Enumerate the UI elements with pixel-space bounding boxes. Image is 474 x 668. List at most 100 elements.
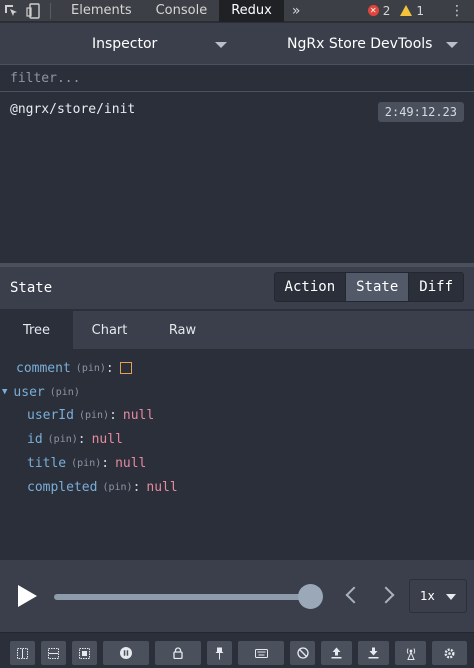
lock-icon [173,647,183,659]
playback-speed-select[interactable]: 1x [409,579,467,613]
tab-label: Elements [71,3,132,18]
tab-console[interactable]: Console [144,0,220,22]
instance-select[interactable]: NgRx Store DevTools [237,23,474,65]
chevron-down-icon [446,594,456,600]
tree-node-comment[interactable]: comment (pin) : [16,358,132,378]
layout-vertical-icon [48,647,59,659]
devtools-menu-button[interactable]: ⋮ [440,3,474,19]
tree-value: null [91,431,123,447]
tree-node-user[interactable]: ▼ user (pin) [2,382,80,402]
action-timestamp: 2:49:12.23 [377,102,464,122]
tree-key: completed [27,479,98,495]
tree-key: id [27,431,43,447]
pin-link[interactable]: (pin) [50,387,80,398]
tab-elements[interactable]: Elements [59,0,144,22]
layout-horizontal-button[interactable] [10,641,35,665]
keyboard-shortcuts-button[interactable] [238,641,284,665]
pause-recording-icon [120,647,132,659]
action-list: @ngrx/store/init 2:49:12.23 [0,93,474,263]
monitor-header: Inspector NgRx Store DevTools [0,23,474,65]
state-view-tabs: Tree Chart Raw [0,311,474,349]
tree-colon: : [77,431,86,447]
play-icon[interactable] [18,585,37,607]
tab-raw[interactable]: Raw [146,311,219,349]
action-tab-button[interactable]: Action [274,273,346,301]
tree-node-title[interactable]: title (pin) : null [27,453,146,473]
monitor-select-label: Inspector [92,35,158,52]
toolbar-separator [50,2,51,19]
device-toolbar-icon[interactable] [22,0,44,22]
slider-monitor: 1x [0,560,474,632]
tree-key: userId [27,407,74,423]
pin-link[interactable]: (pin) [79,410,109,421]
chevron-left-icon [345,586,363,604]
pin-link[interactable]: (pin) [102,482,132,493]
tree-colon: : [105,360,114,376]
instance-select-label: NgRx Store DevTools [287,35,433,52]
tree-node-completed[interactable]: completed (pin) : null [27,477,178,497]
state-tab-button[interactable]: State [345,273,409,301]
lock-button[interactable] [155,641,201,665]
chevron-down-icon [446,41,458,48]
issue-badges[interactable]: ✕ 2 1 [367,3,432,18]
tree-node-id[interactable]: id (pin) : null [27,429,123,449]
pin-icon [215,647,224,659]
settings-button[interactable] [432,641,467,665]
persist-button[interactable] [290,641,315,665]
pin-link[interactable]: (pin) [76,363,106,374]
layout-grid-icon [79,647,90,659]
view-switch: Action State Diff [273,272,464,302]
remote-icon [406,648,415,660]
pause-recording-button[interactable] [103,641,149,665]
speed-label: 1x [420,589,435,603]
list-item[interactable]: @ngrx/store/init 2:49:12.23 [0,97,474,122]
state-panel-header: State Action State Diff [0,267,474,309]
remote-button[interactable] [395,641,426,665]
tree-value: null [115,455,147,471]
tab-label: Console [155,3,208,18]
tree-value: null [122,407,155,423]
bottom-toolbar [0,632,474,668]
layout-vertical-button[interactable] [41,641,66,665]
export-icon [331,647,342,659]
empty-string-value [119,362,132,374]
warning-count-badge[interactable]: 1 [400,4,424,18]
devtools-tab-bar: Elements Console Redux » ✕ 2 1 ⋮ [0,0,474,22]
expand-arrow-icon[interactable]: ▼ [2,387,7,397]
error-count-badge[interactable]: ✕ 2 [367,3,391,18]
warning-icon [400,5,413,16]
timeline-slider-thumb[interactable] [298,584,323,609]
step-forward-button[interactable] [377,585,395,607]
settings-icon [444,648,455,658]
tab-chart[interactable]: Chart [73,311,146,349]
tree-key: title [27,455,67,471]
layout-grid-button[interactable] [72,641,97,665]
inspect-element-icon[interactable] [0,0,22,22]
timeline-slider[interactable] [54,594,312,600]
tab-tree[interactable]: Tree [0,311,73,349]
warning-count: 1 [416,3,424,18]
diff-tab-button[interactable]: Diff [408,273,463,301]
error-icon: ✕ [367,5,379,16]
tree-colon: : [132,479,141,495]
tree-key: user [13,384,45,400]
tab-redux[interactable]: Redux [219,0,284,22]
error-count: 2 [382,3,391,18]
import-button[interactable] [358,641,389,665]
tab-label: Redux [231,3,272,18]
tree-colon: : [109,407,117,423]
monitor-select[interactable]: Inspector [0,23,237,65]
export-button[interactable] [321,641,352,665]
state-tree: comment (pin) : ▼ user (pin) userId (pin… [0,349,474,559]
chevron-down-icon [215,41,227,48]
persist-icon [296,647,309,659]
tree-key: comment [16,360,71,376]
pin-link[interactable]: (pin) [71,458,101,469]
pin-button[interactable] [207,641,232,665]
step-back-button[interactable] [344,585,363,607]
more-tabs-button[interactable]: » [284,3,309,19]
tree-node-userid[interactable]: userId (pin) : null [27,405,154,425]
filter-input[interactable]: filter... [0,66,474,92]
pin-link[interactable]: (pin) [48,434,78,445]
tree-value: null [146,479,178,495]
